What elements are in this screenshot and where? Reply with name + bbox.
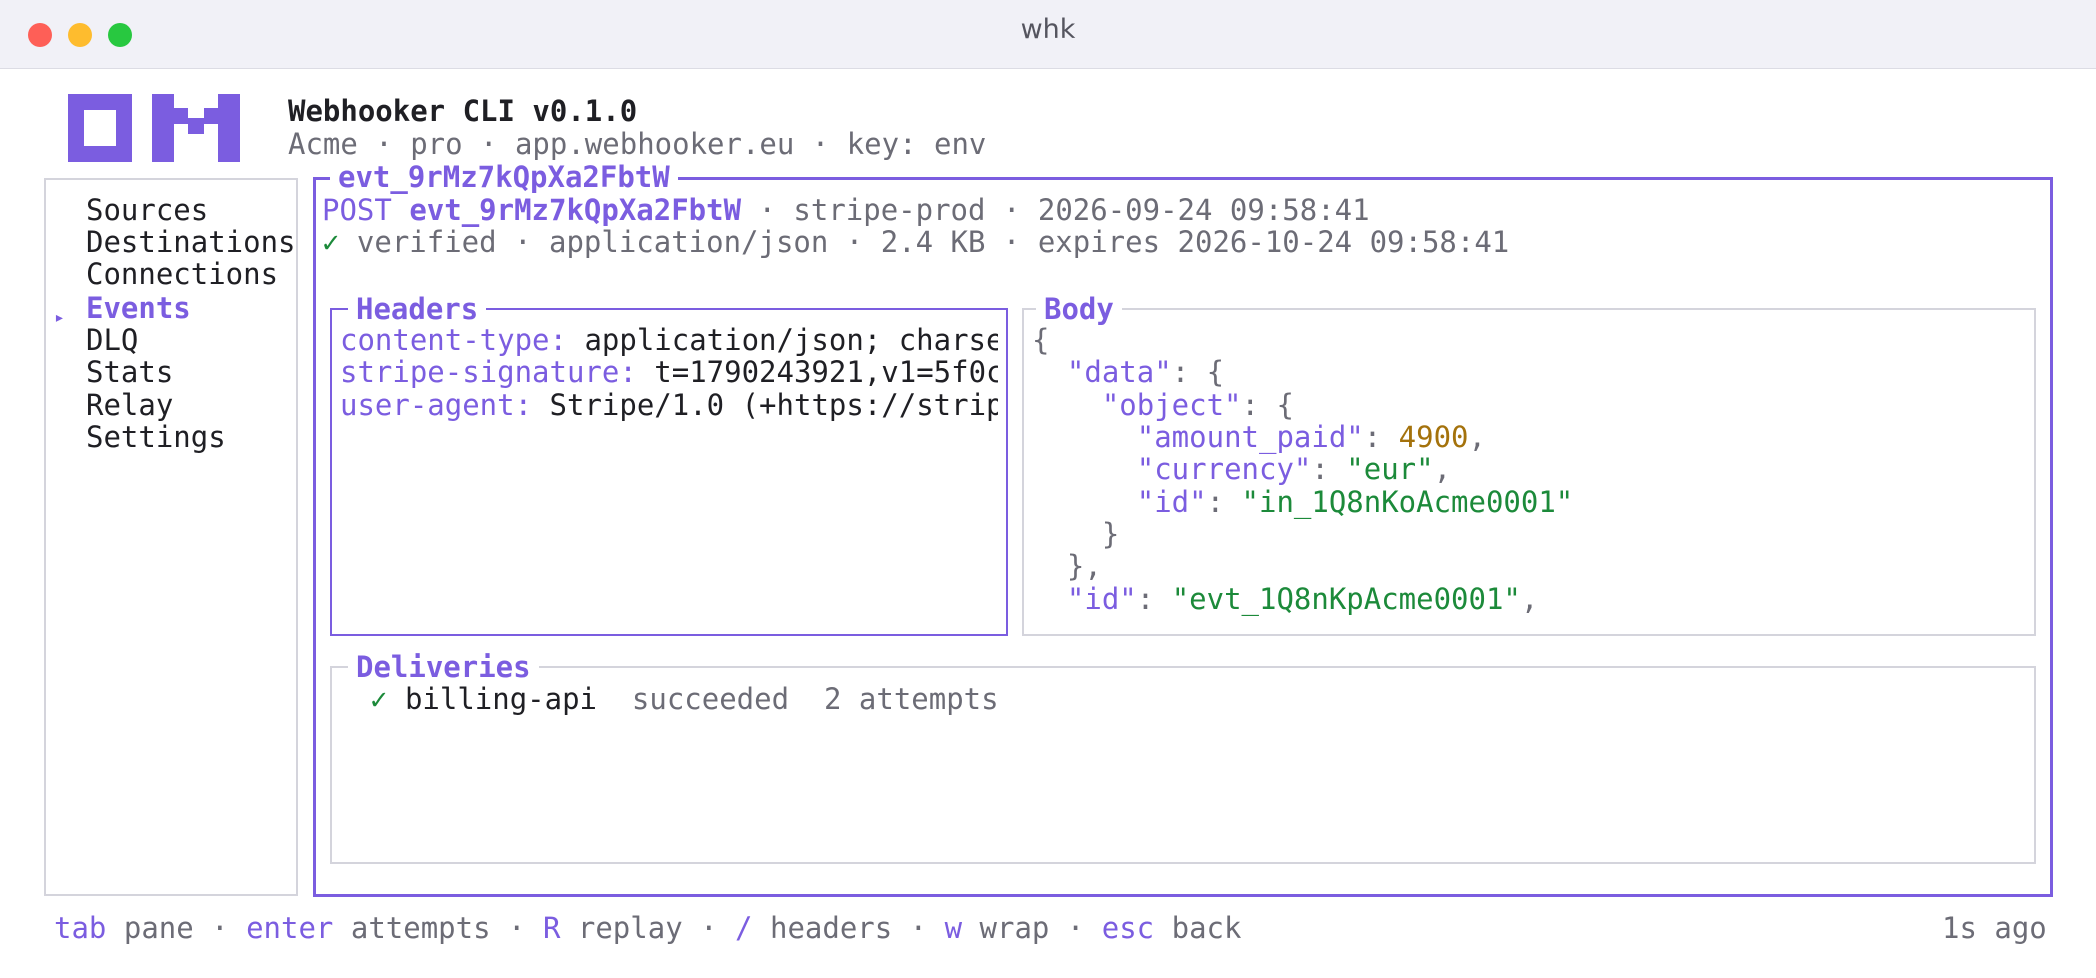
footer-action: attempts — [350, 911, 491, 945]
json-line: "currency": "eur", — [1136, 452, 1452, 486]
header-value: t=1790243921,v1=5f0c… — [654, 356, 998, 388]
json-line: "object": { — [1101, 388, 1294, 422]
sidebar-item-connections[interactable]: Connections — [86, 258, 278, 290]
sidebar-item-sources[interactable]: Sources — [86, 194, 208, 226]
event-summary-line: POST evt_9rMz7kQpXa2FbtW · stripe-prod ·… — [322, 194, 1370, 226]
json-line: } — [1032, 518, 1119, 550]
footer-key: enter — [246, 911, 334, 945]
app-title: Webhooker CLI v0.1.0 — [288, 94, 638, 128]
footer-action: pane — [123, 911, 194, 945]
json-key: "object" — [1101, 388, 1242, 422]
app-logo — [68, 94, 240, 162]
app-subtitle: Acme · pro · app.webhooker.eu · key: env — [288, 127, 987, 161]
footer-action: replay — [577, 911, 683, 945]
event-status-line: ✓ verified · application/json · 2.4 KB ·… — [322, 226, 1509, 258]
last-updated: 1s ago — [1942, 911, 2047, 945]
json-key: "amount_paid" — [1136, 420, 1364, 454]
json-key: "id" — [1066, 582, 1137, 616]
header-key: user-agent — [340, 389, 515, 421]
active-nav-marker-icon: ▸ — [54, 307, 65, 328]
body-pane-title: Body — [1036, 294, 1122, 324]
footer-key: tab — [54, 911, 107, 945]
headers-pane-title: Headers — [348, 294, 487, 324]
header-row: content-type: application/json; charset — [340, 324, 998, 356]
json-key: "currency" — [1136, 452, 1312, 486]
footer-keybindings: tab pane · enter attempts · R replay · /… — [54, 911, 1242, 945]
json-string-value: "in_1Q8nKoAcme0001" — [1241, 485, 1574, 519]
sidebar-item-relay[interactable]: Relay — [86, 389, 173, 421]
json-string-value: "evt_1Q8nKpAcme0001" — [1171, 582, 1521, 616]
header-row: stripe-signature: t=1790243921,v1=5f0c… — [340, 356, 998, 388]
header-key: stripe-signature — [340, 356, 620, 388]
delivery-status: succeeded — [631, 682, 790, 716]
json-key: "id" — [1136, 485, 1207, 519]
header-value: Stripe/1.0 (+https://stripe — [549, 389, 998, 421]
verified-check-icon: ✓ — [322, 225, 340, 259]
footer-key: R — [542, 911, 561, 945]
window-titlebar: whk — [0, 0, 2096, 69]
event-method: POST — [322, 193, 392, 227]
json-key: "data" — [1066, 355, 1172, 389]
footer-key: / — [735, 911, 753, 945]
json-string-value: "eur" — [1346, 452, 1434, 486]
json-line: { — [1032, 323, 1050, 357]
footer-action: headers — [769, 911, 893, 945]
header-key: content-type — [340, 324, 550, 356]
json-brace: } — [1101, 517, 1120, 551]
json-line: "data": { — [1066, 355, 1225, 389]
event-status-text: verified · application/json · 2.4 KB · e… — [339, 225, 1510, 259]
footer-action: wrap — [979, 911, 1050, 945]
deliveries-pane-title: Deliveries — [348, 652, 539, 682]
delivery-attempts: 2 attempts — [823, 682, 999, 716]
sidebar-item-destinations[interactable]: Destinations — [86, 226, 296, 258]
json-number-value: 4900 — [1398, 420, 1469, 454]
delivery-destination: billing-api — [404, 682, 597, 716]
delivery-success-check-icon: ✓ — [370, 682, 388, 716]
header-value: application/json; charset — [584, 324, 998, 356]
footer-key: w — [944, 911, 963, 945]
json-line: "id": "in_1Q8nKoAcme0001" — [1136, 485, 1574, 519]
json-line: "amount_paid": 4900, — [1136, 420, 1486, 454]
sidebar-item-settings[interactable]: Settings — [86, 421, 226, 453]
footer-key: esc — [1101, 911, 1155, 945]
footer-action: back — [1171, 911, 1242, 945]
event-id[interactable]: evt_9rMz7kQpXa2FbtW — [409, 193, 741, 227]
json-line: }, — [1032, 550, 1102, 582]
window-title: whk — [1020, 14, 1076, 45]
json-brace: }, — [1066, 549, 1102, 583]
sidebar-item-dlq[interactable]: DLQ — [86, 324, 138, 356]
header-row: user-agent: Stripe/1.0 (+https://stripe — [340, 389, 998, 421]
sidebar-item-events[interactable]: Events — [86, 292, 191, 324]
event-meta: · stripe-prod · 2026-09-24 09:58:41 — [741, 193, 1370, 227]
json-line: "id": "evt_1Q8nKpAcme0001", — [1066, 582, 1539, 616]
sidebar-item-stats[interactable]: Stats — [86, 356, 173, 388]
event-pane-title: evt_9rMz7kQpXa2FbtW — [330, 162, 678, 192]
delivery-row[interactable]: ✓ billing-api succeeded 2 attempts — [370, 683, 999, 715]
